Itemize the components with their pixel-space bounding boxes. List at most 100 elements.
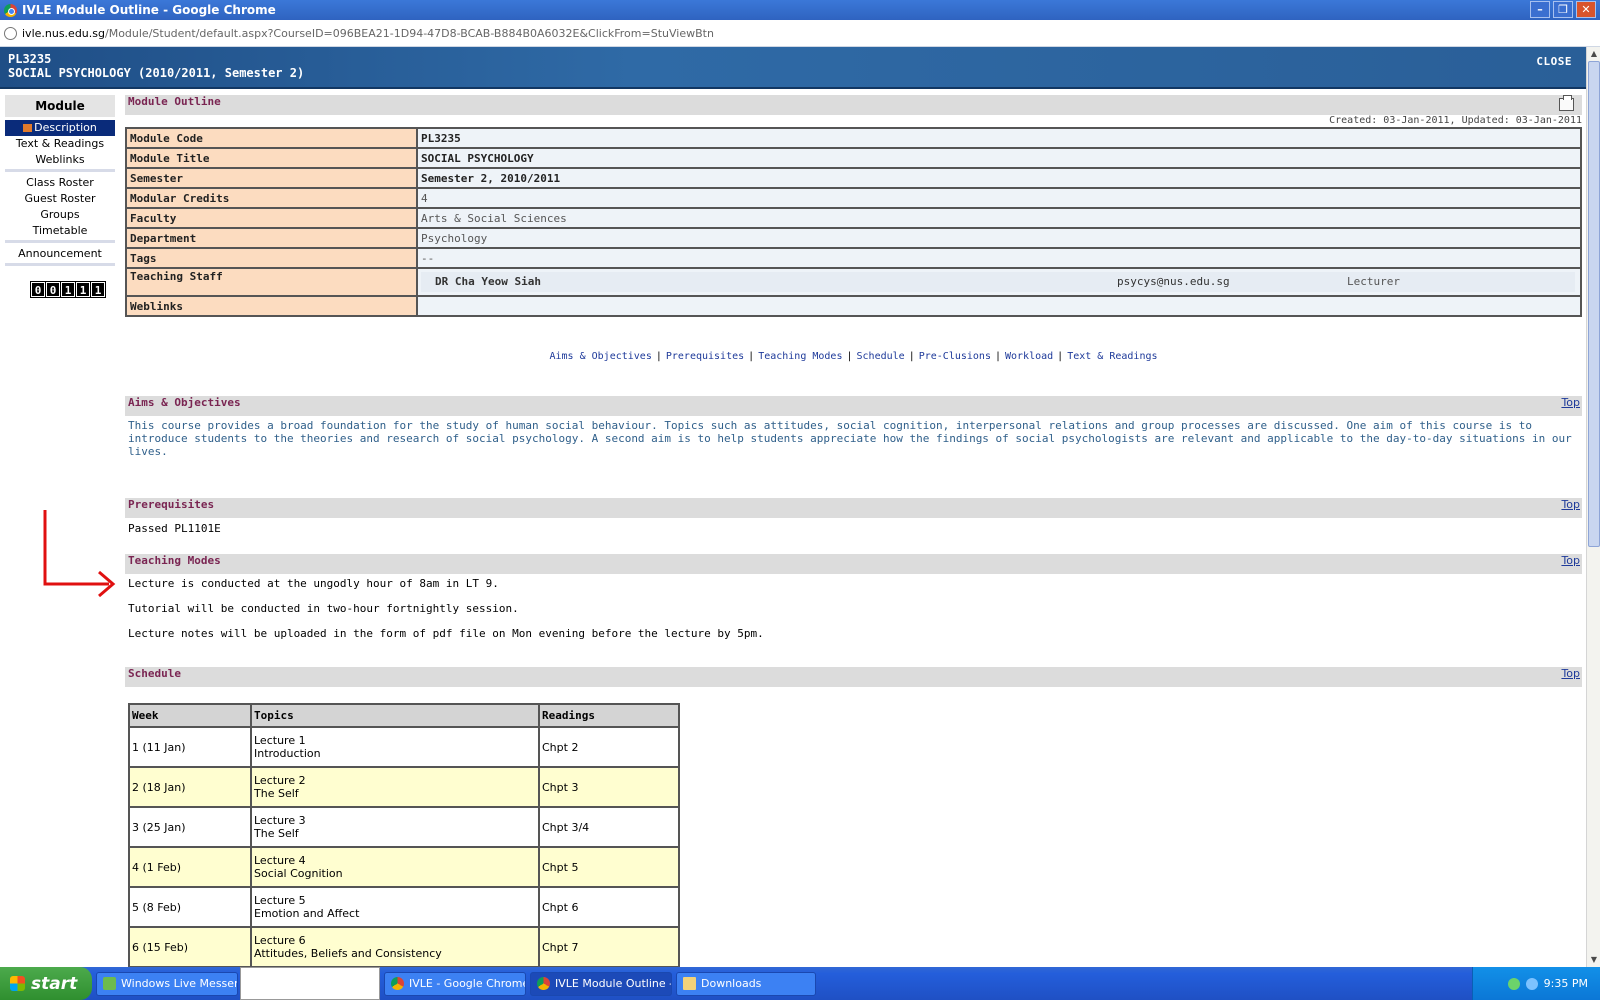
taskbar: start Windows Live Messen... IVLE - Googl… bbox=[0, 967, 1600, 1000]
network-icon[interactable] bbox=[1525, 977, 1538, 990]
info-label: Semester bbox=[125, 167, 418, 189]
module-heading: SOCIAL PSYCHOLOGY (2010/2011, Semester 2… bbox=[8, 66, 305, 80]
address-bar[interactable]: ivle.nus.edu.sg /Module/Student/default.… bbox=[0, 20, 1600, 47]
schedule-table: Week Topics Readings 1 (11 Jan) Lecture 1… bbox=[128, 703, 680, 976]
link-separator: | bbox=[846, 351, 853, 362]
taskbar-item-label: IVLE Module Outline -... bbox=[555, 976, 672, 990]
counter-digit: 0 bbox=[30, 281, 46, 298]
reading-cell: Chpt 7 bbox=[538, 926, 680, 968]
close-window-button[interactable]: ✕ bbox=[1576, 1, 1596, 18]
table-row: 2 (18 Jan) Lecture 2 The Self Chpt 3 bbox=[128, 766, 680, 808]
section-link[interactable]: Prerequisites bbox=[666, 351, 744, 362]
sidebar-item-timetable[interactable]: Timetable bbox=[5, 223, 115, 239]
teaching-line: Lecture is conducted at the ungodly hour… bbox=[128, 577, 499, 590]
top-link[interactable]: Top bbox=[1561, 554, 1580, 567]
section-link[interactable]: Pre-Clusions bbox=[919, 351, 991, 362]
aims-text: This course provides a broad foundation … bbox=[128, 419, 1572, 458]
week-cell: 3 (25 Jan) bbox=[128, 806, 252, 848]
reading-cell: Chpt 2 bbox=[538, 726, 680, 768]
topic-cell: Lecture 1 Introduction bbox=[250, 726, 540, 768]
sidebar-item-groups[interactable]: Groups bbox=[5, 207, 115, 223]
aims-heading: Aims & Objectives bbox=[128, 396, 241, 409]
maximize-button[interactable]: ❐ bbox=[1553, 1, 1573, 18]
sidebar-item-label: Class Roster bbox=[26, 176, 94, 189]
start-label: start bbox=[31, 973, 78, 994]
info-label: Department bbox=[125, 227, 418, 249]
teaching-modes-text: Lecture is conducted at the ungodly hour… bbox=[125, 574, 1582, 644]
section-link[interactable]: Workload bbox=[1005, 351, 1053, 362]
section-link[interactable]: Schedule bbox=[857, 351, 905, 362]
sidebar-heading: Module bbox=[5, 95, 115, 117]
tray-icon[interactable] bbox=[1507, 977, 1520, 990]
section-link[interactable]: Text & Readings bbox=[1067, 351, 1157, 362]
url-path[interactable]: /Module/Student/default.aspx?CourseID=09… bbox=[105, 27, 714, 40]
sidebar-item-announcement[interactable]: Announcement bbox=[5, 246, 115, 262]
window-title: IVLE Module Outline - Google Chrome bbox=[22, 3, 276, 17]
minimize-button[interactable]: – bbox=[1530, 1, 1550, 18]
printer-icon[interactable] bbox=[1559, 95, 1574, 111]
taskbar-item[interactable]: IVLE - Google Chrome bbox=[384, 971, 526, 996]
top-link[interactable]: Top bbox=[1561, 667, 1580, 680]
schedule-bar: Schedule Top bbox=[125, 667, 1582, 687]
vertical-scrollbar[interactable]: ▲ ▼ bbox=[1586, 47, 1600, 967]
window-titlebar: IVLE Module Outline - Google Chrome – ❐ … bbox=[0, 0, 1600, 20]
table-row: Weblinks bbox=[125, 295, 1582, 317]
schedule-heading: Schedule bbox=[128, 667, 181, 680]
section-nav: Aims & Objectives | Prerequisites | Teaching… bbox=[125, 351, 1582, 365]
taskbar-item[interactable]: Downloads bbox=[676, 971, 816, 996]
top-link[interactable]: Top bbox=[1561, 396, 1580, 409]
sidebar-item-weblinks[interactable]: Weblinks bbox=[5, 152, 115, 168]
scroll-down-icon[interactable]: ▼ bbox=[1588, 954, 1600, 966]
sidebar-item-class-roster[interactable]: Class Roster bbox=[5, 175, 115, 191]
lecture-number: Lecture 3 bbox=[254, 814, 306, 827]
link-separator: | bbox=[908, 351, 915, 362]
table-row: Modular Credits 4 bbox=[125, 187, 1582, 209]
staff-role: Lecturer bbox=[1347, 275, 1400, 288]
sidebar-item-label: Guest Roster bbox=[24, 192, 96, 205]
scrollbar-thumb[interactable] bbox=[1588, 61, 1600, 547]
week-cell: 4 (1 Feb) bbox=[128, 846, 252, 888]
hit-counter: 00111 bbox=[30, 281, 115, 298]
sidebar-item-text-readings[interactable]: Text & Readings bbox=[5, 136, 115, 152]
staff-email[interactable]: psycys@nus.edu.sg bbox=[1117, 272, 1347, 292]
reading-cell: Chpt 5 bbox=[538, 846, 680, 888]
sidebar-item-guest-roster[interactable]: Guest Roster bbox=[5, 191, 115, 207]
link-separator: | bbox=[1057, 351, 1064, 362]
taskbar-item[interactable]: Windows Live Messen... bbox=[96, 971, 238, 996]
close-link[interactable]: CLOSE bbox=[1536, 55, 1572, 68]
section-link[interactable]: Teaching Modes bbox=[758, 351, 842, 362]
counter-digit: 1 bbox=[90, 281, 106, 298]
prerequisites-bar: Prerequisites Top bbox=[125, 498, 1582, 518]
lecture-topic: Introduction bbox=[254, 747, 321, 760]
table-row: Module Code PL3235 bbox=[125, 127, 1582, 149]
week-cell: 6 (15 Feb) bbox=[128, 926, 252, 968]
main-content: Module Outline Created: 03-Jan-2011, Upd… bbox=[125, 95, 1582, 976]
sidebar-items: Description Text & Readings Weblinks Class … bbox=[5, 120, 115, 266]
sidebar-item-label: Weblinks bbox=[35, 153, 85, 166]
reading-cell: Chpt 6 bbox=[538, 886, 680, 928]
topic-cell: Lecture 2 The Self bbox=[250, 766, 540, 808]
taskbar-item[interactable]: IVLE Module Outline -... bbox=[530, 971, 672, 996]
chrome-icon bbox=[4, 3, 17, 17]
info-value: Arts & Social Sciences bbox=[416, 207, 1582, 229]
url-host[interactable]: ivle.nus.edu.sg bbox=[22, 27, 105, 40]
scroll-up-icon[interactable]: ▲ bbox=[1588, 48, 1600, 60]
lecture-number: Lecture 4 bbox=[254, 854, 306, 867]
sidebar-item-label: Groups bbox=[40, 208, 80, 221]
info-value: -- bbox=[416, 247, 1582, 269]
taskbar-item-label: Downloads bbox=[701, 976, 762, 990]
top-link[interactable]: Top bbox=[1561, 498, 1580, 511]
created-updated: Created: 03-Jan-2011, Updated: 03-Jan-20… bbox=[1329, 115, 1582, 126]
start-button[interactable]: start bbox=[0, 967, 92, 1000]
info-label: Teaching Staff bbox=[125, 267, 418, 297]
lecture-number: Lecture 6 bbox=[254, 934, 306, 947]
taskbar-blank bbox=[240, 967, 380, 1000]
table-row: 6 (15 Feb) Lecture 6 Attitudes, Beliefs an… bbox=[128, 926, 680, 968]
sidebar-item-label: Description bbox=[34, 121, 97, 134]
reading-cell: Chpt 3/4 bbox=[538, 806, 680, 848]
sidebar-item-description[interactable]: Description bbox=[5, 120, 115, 136]
topic-cell: Lecture 6 Attitudes, Beliefs and Consiste… bbox=[250, 926, 540, 968]
section-link[interactable]: Aims & Objectives bbox=[549, 351, 651, 362]
info-label: Weblinks bbox=[125, 295, 418, 317]
info-label: Tags bbox=[125, 247, 418, 269]
